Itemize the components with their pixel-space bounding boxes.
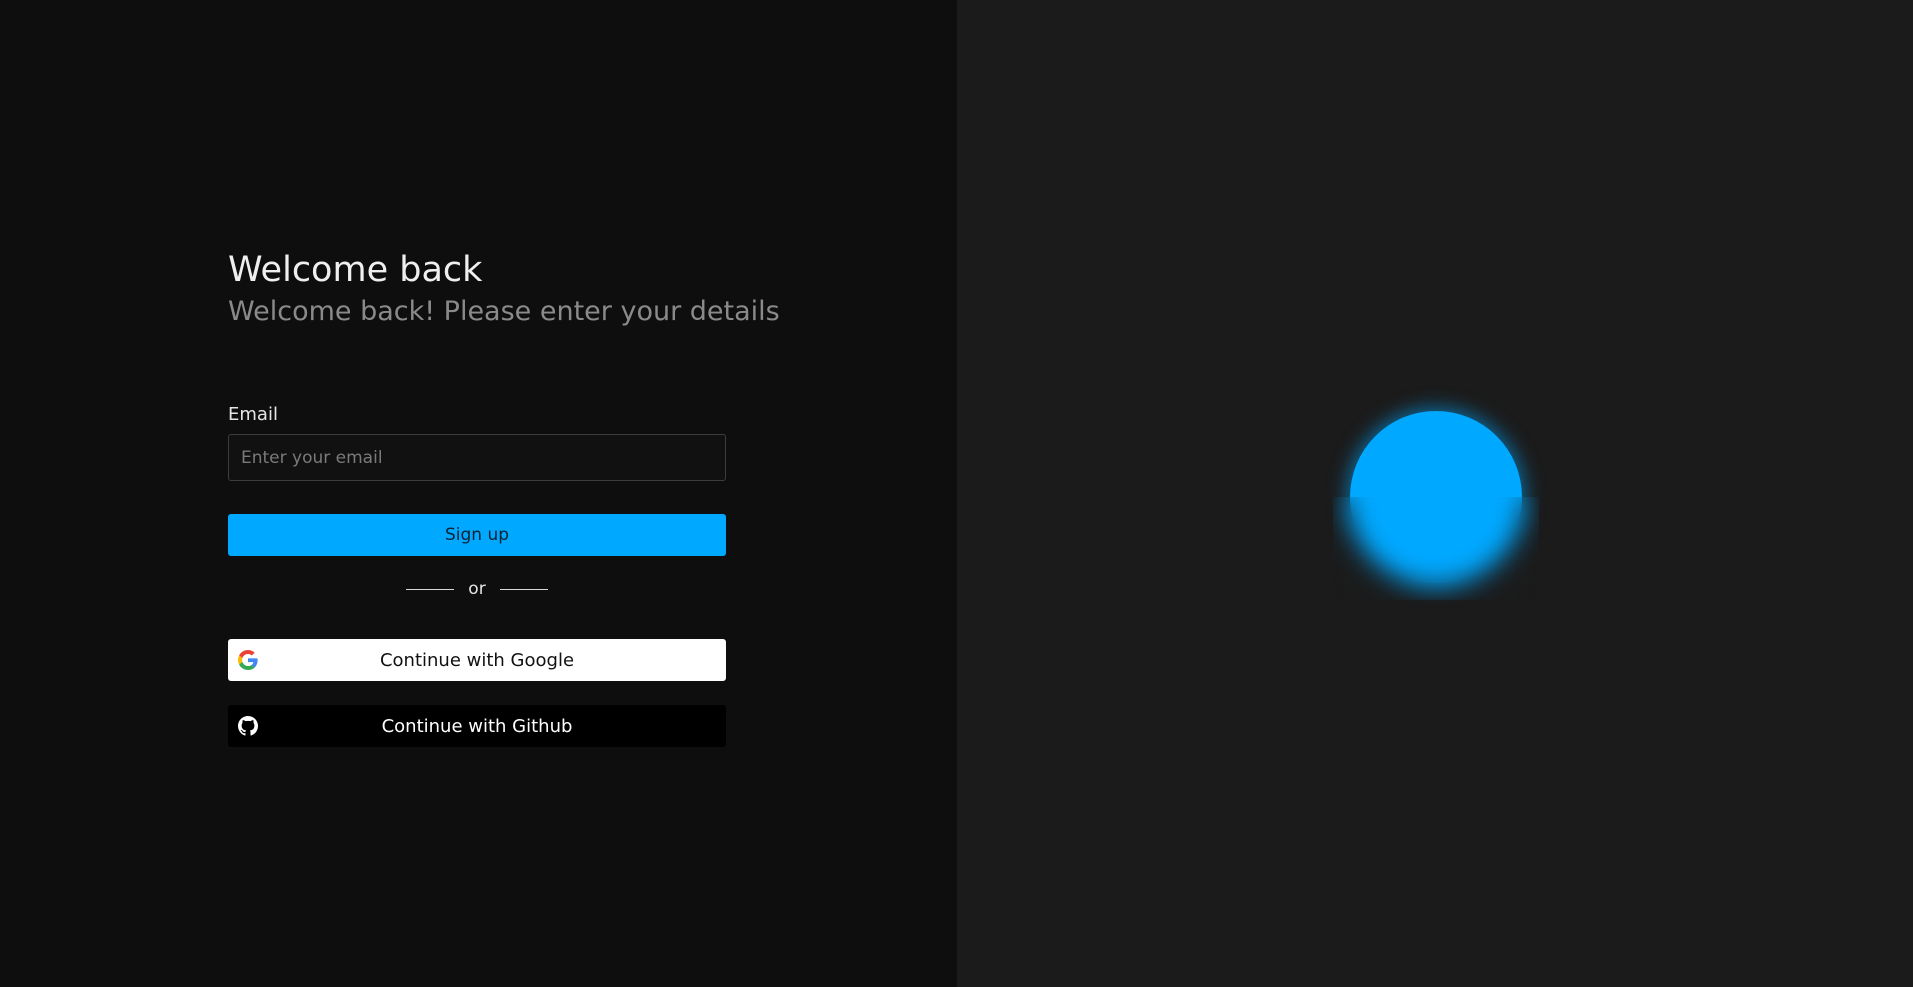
google-button-label: Continue with Google: [379, 649, 575, 671]
email-label: Email: [228, 404, 278, 425]
divider-text: or: [468, 579, 486, 599]
github-icon: [238, 716, 258, 736]
login-page: Welcome back Welcome back! Please enter …: [0, 0, 1913, 987]
decorative-panel: [957, 0, 1913, 987]
sign-up-button[interactable]: Sign up: [228, 514, 726, 556]
github-button-label: Continue with Github: [381, 715, 573, 737]
login-panel: Welcome back Welcome back! Please enter …: [0, 0, 957, 987]
divider-line-left: [406, 588, 455, 590]
google-icon: [238, 650, 258, 670]
page-title: Welcome back: [228, 250, 483, 290]
email-input[interactable]: [228, 434, 726, 481]
login-form: Welcome back Welcome back! Please enter …: [228, 246, 780, 747]
divider-line-right: [499, 588, 548, 590]
orb-blur-overlay: [1333, 497, 1539, 600]
page-subtitle: Welcome back! Please enter your details: [228, 296, 780, 327]
or-divider: or: [228, 577, 726, 601]
continue-with-github-button[interactable]: Continue with Github: [228, 705, 726, 747]
continue-with-google-button[interactable]: Continue with Google: [228, 639, 726, 681]
